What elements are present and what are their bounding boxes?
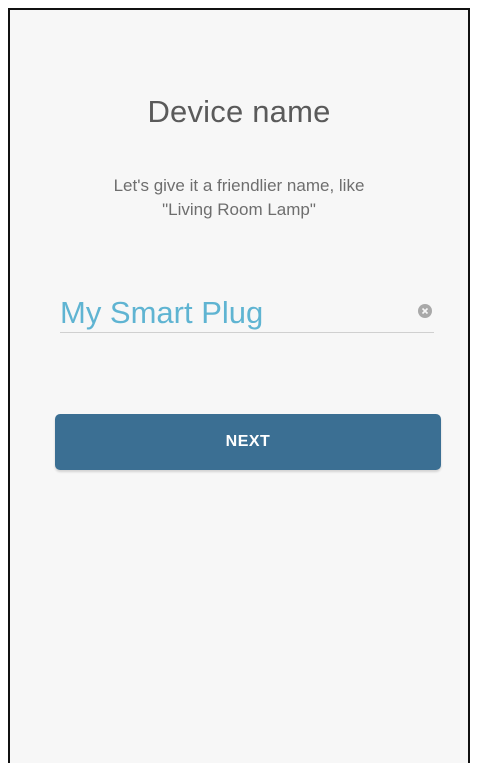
device-name-screen: Device name Let's give it a friendlier n… xyxy=(8,8,470,763)
subtitle-line-2: "Living Room Lamp" xyxy=(162,200,316,219)
next-button-label: NEXT xyxy=(225,433,271,450)
next-button[interactable]: NEXT xyxy=(55,414,441,470)
clear-icon[interactable] xyxy=(418,304,432,318)
subtitle-line-1: Let's give it a friendlier name, like xyxy=(113,176,365,195)
page-subtitle: Let's give it a friendlier name, like "L… xyxy=(50,174,428,222)
device-name-field[interactable]: My Smart Plug xyxy=(60,290,434,333)
device-name-input-value[interactable]: My Smart Plug xyxy=(60,295,263,331)
page-title: Device name xyxy=(147,94,331,129)
